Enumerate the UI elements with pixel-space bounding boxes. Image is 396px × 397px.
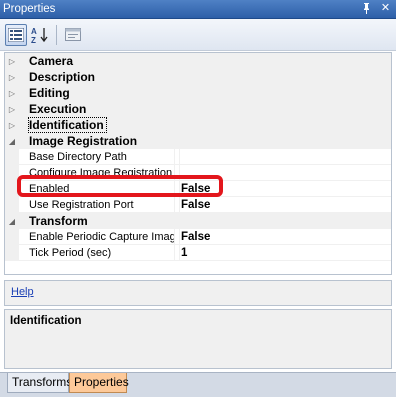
category-label-selected: Identification [28, 117, 107, 133]
property-name: Base Directory Path [29, 148, 175, 165]
property-value[interactable] [179, 164, 391, 181]
category-execution[interactable]: ▷ Execution [5, 101, 391, 117]
property-value[interactable]: False [179, 180, 391, 197]
category-camera[interactable]: ▷ Camera [5, 53, 391, 69]
svg-text:A: A [31, 27, 37, 36]
toolbar-separator [56, 24, 57, 45]
expand-icon[interactable]: ▷ [5, 85, 19, 101]
property-row[interactable]: Configure Image Registration [5, 164, 391, 181]
property-row[interactable]: Enable Periodic Capture Imag False [5, 228, 391, 245]
property-value[interactable]: False [179, 196, 391, 213]
property-value[interactable]: False [179, 228, 391, 245]
category-transform[interactable]: ◢ Transform [5, 213, 391, 229]
property-pages-icon [65, 28, 81, 41]
property-row[interactable]: Use Registration Port False [5, 196, 391, 213]
category-label: Execution [29, 102, 87, 116]
category-label: Image Registration [29, 134, 138, 148]
categorized-button[interactable] [5, 23, 27, 46]
pin-icon[interactable] [360, 2, 373, 15]
tab-properties[interactable]: Properties [69, 373, 129, 393]
category-editing[interactable]: ▷ Editing [5, 85, 391, 101]
expand-icon[interactable]: ▷ [5, 69, 19, 85]
category-description[interactable]: ▷ Description [5, 69, 391, 85]
close-icon[interactable]: ✕ [379, 2, 392, 15]
property-name: Configure Image Registration [29, 164, 175, 181]
title-bar: Properties ✕ [0, 0, 396, 19]
alphabetical-icon: A Z [31, 27, 48, 44]
description-pane: Identification [4, 309, 392, 369]
property-row-enabled[interactable]: Enabled False [5, 180, 391, 197]
property-grid: ▷ Camera ▷ Description ▷ Editing ▷ Execu… [4, 52, 392, 275]
alphabetical-button[interactable]: A Z [29, 24, 51, 46]
property-name: Enable Periodic Capture Imag [29, 228, 175, 245]
toolbar: A Z [0, 19, 396, 51]
category-label: Transform [29, 214, 88, 228]
property-value[interactable]: 1 [179, 244, 391, 261]
expand-icon[interactable]: ▷ [5, 101, 19, 117]
tab-transforms[interactable]: Transforms [7, 373, 72, 393]
property-pages-button[interactable] [62, 24, 84, 46]
property-value[interactable] [179, 148, 391, 165]
expand-icon[interactable]: ▷ [5, 117, 19, 133]
tab-strip: Transforms Properties [0, 372, 396, 397]
category-identification[interactable]: ▷ Identification [5, 117, 391, 133]
commands-pane: Help [4, 280, 392, 306]
property-row[interactable]: Tick Period (sec) 1 [5, 244, 391, 261]
window-title: Properties [3, 3, 56, 15]
categorized-icon [8, 27, 24, 42]
category-label: Camera [29, 54, 74, 68]
property-row[interactable]: Base Directory Path [5, 148, 391, 165]
svg-text:Z: Z [31, 36, 36, 44]
description-heading: Identification [10, 315, 82, 327]
property-name: Use Registration Port [29, 196, 175, 213]
collapse-icon[interactable]: ◢ [5, 213, 19, 229]
category-label: Description [29, 70, 96, 84]
help-link[interactable]: Help [11, 286, 34, 298]
collapse-icon[interactable]: ◢ [5, 133, 19, 149]
category-label: Editing [29, 86, 70, 100]
expand-icon[interactable]: ▷ [5, 53, 19, 69]
property-name: Tick Period (sec) [29, 244, 175, 261]
property-name: Enabled [29, 180, 175, 197]
category-image-registration[interactable]: ◢ Image Registration [5, 133, 391, 149]
